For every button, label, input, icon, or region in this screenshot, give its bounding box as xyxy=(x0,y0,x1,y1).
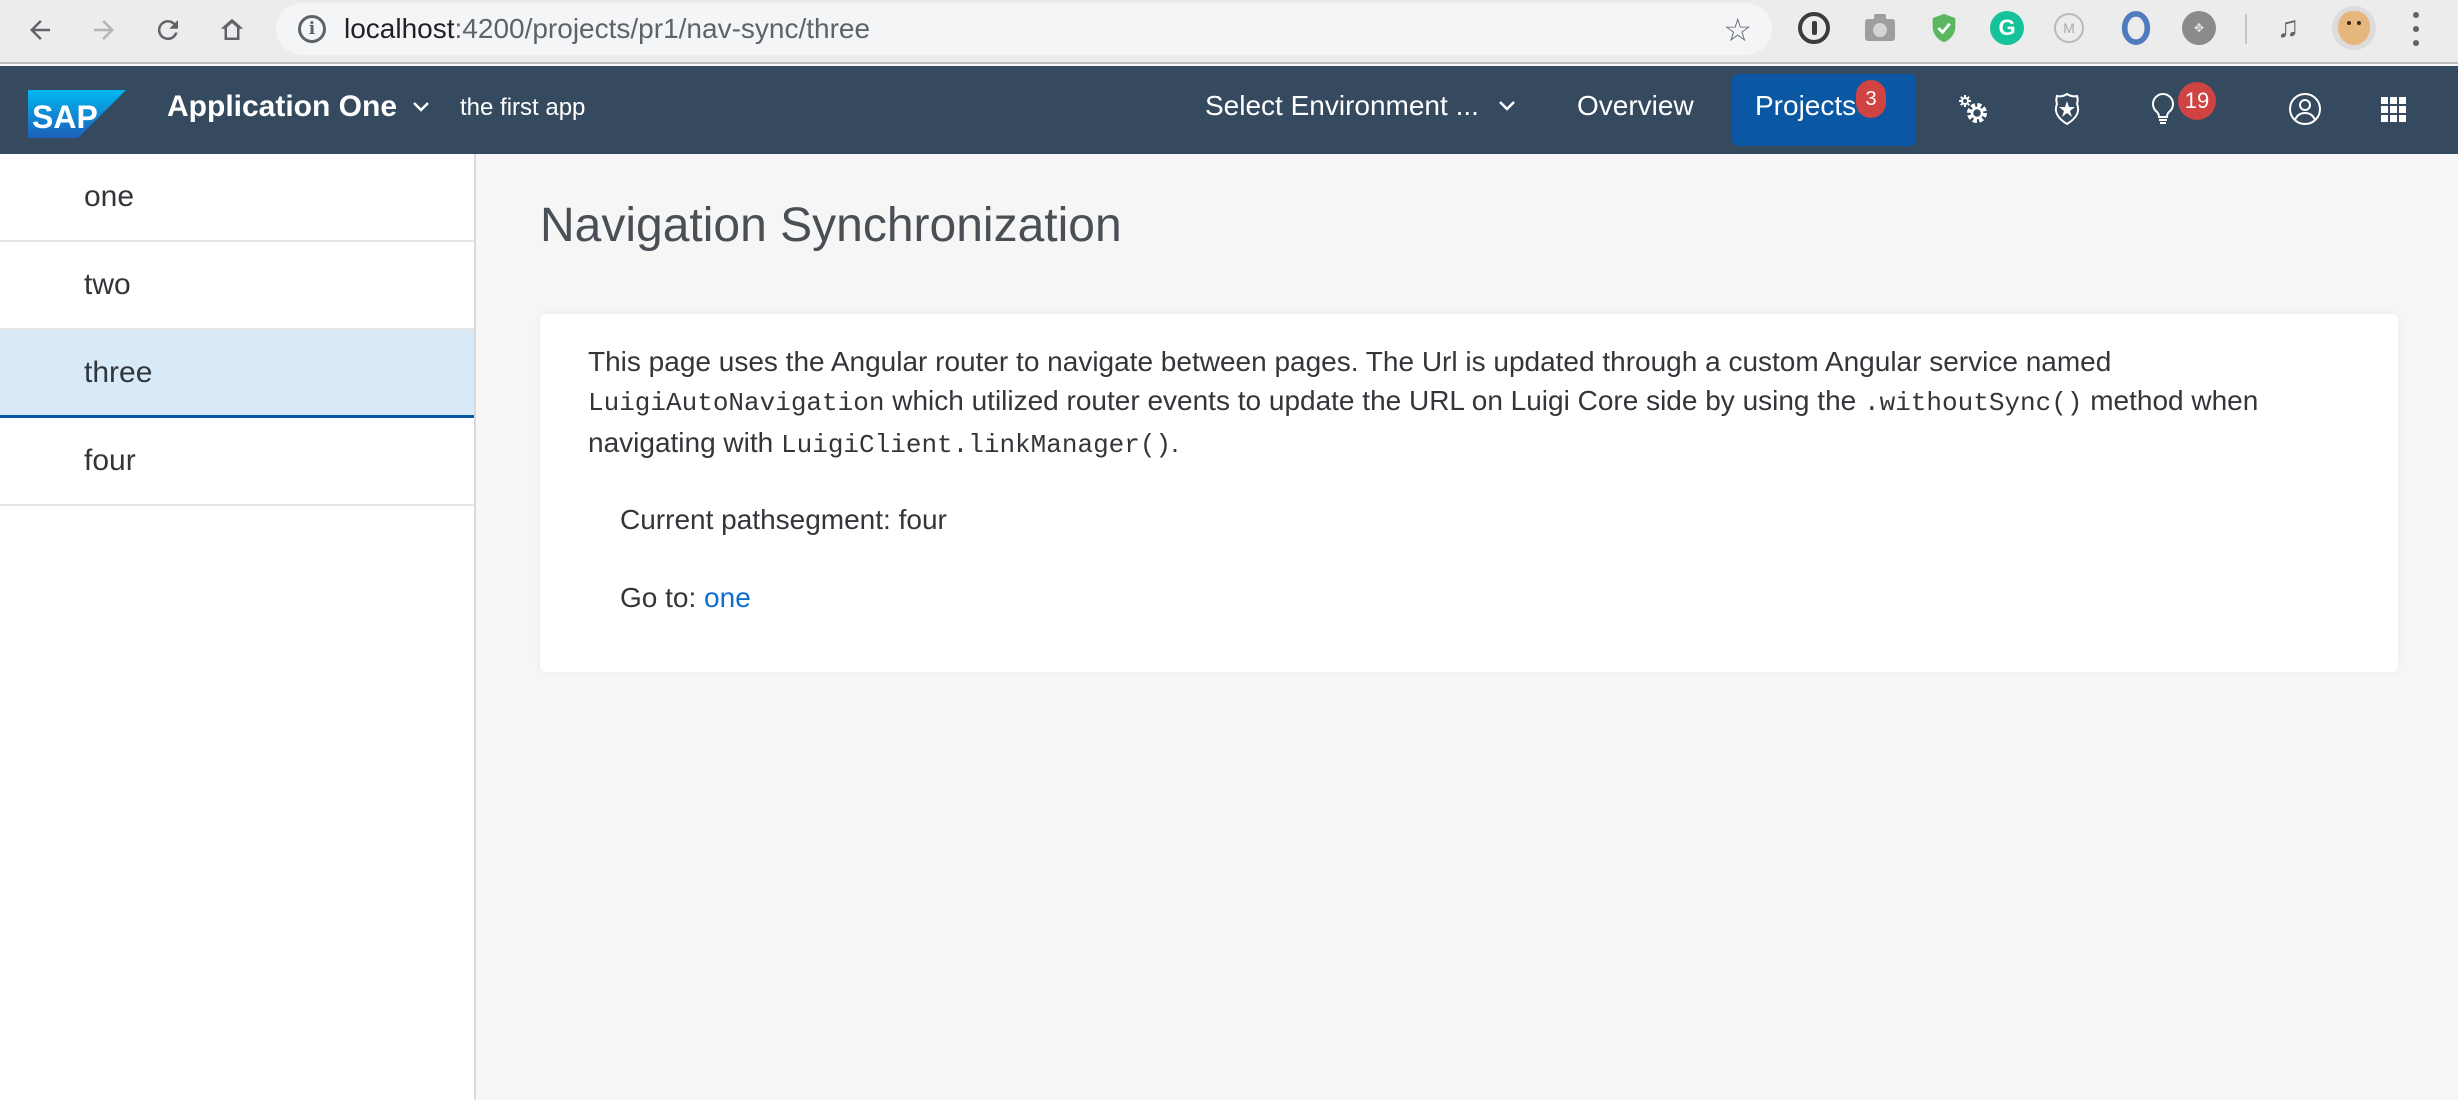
jsonview-extension-icon[interactable] xyxy=(2118,10,2154,46)
site-info-icon[interactable]: i xyxy=(298,15,326,43)
reload-button[interactable] xyxy=(146,8,190,52)
sidebar-item-four[interactable]: four xyxy=(0,418,474,506)
home-button[interactable] xyxy=(210,8,254,52)
product-switcher-button[interactable] xyxy=(2368,84,2418,134)
overview-link[interactable]: Overview xyxy=(1577,90,1694,122)
projects-label: Projects xyxy=(1755,90,1857,121)
sidebar-item-three[interactable]: three xyxy=(0,330,474,418)
side-navigation: one two three four xyxy=(0,154,476,1100)
chevron-down-icon xyxy=(1499,101,1515,111)
environment-select-label: Select Environment ... xyxy=(1205,90,1479,121)
desc-part: . xyxy=(1171,427,1179,458)
url-text[interactable]: localhost:4200/projects/pr1/nav-sync/thr… xyxy=(344,13,870,45)
code-luigi-auto-navigation: LuigiAutoNavigation xyxy=(588,388,885,418)
projects-button[interactable]: Projects 3 xyxy=(1732,74,1916,146)
grey-extension-icon[interactable]: ✥ xyxy=(2182,11,2216,45)
code-link-manager: LuigiClient.linkManager() xyxy=(781,430,1172,460)
goto-label: Go to: xyxy=(620,582,705,613)
main-content: Navigation Synchronization This page use… xyxy=(478,154,2458,1100)
sidebar-item-one[interactable]: one xyxy=(0,154,474,242)
desc-part: which utilized router events to update t… xyxy=(884,385,1864,416)
user-icon xyxy=(2289,93,2321,125)
home-icon xyxy=(220,18,244,40)
page-title: Navigation Synchronization xyxy=(540,199,1122,252)
gears-icon xyxy=(1959,95,1987,123)
camera-extension-icon[interactable] xyxy=(1862,10,1898,46)
sap-logo-text: SAP xyxy=(32,99,98,135)
desc-part: This page uses the Angular router to nav… xyxy=(588,346,2112,377)
description-text: This page uses the Angular router to nav… xyxy=(588,342,2328,465)
address-bar[interactable]: i localhost:4200/projects/pr1/nav-sync/t… xyxy=(276,3,1772,55)
environment-select[interactable]: Select Environment ... xyxy=(1205,90,1517,122)
menu-kebab-icon[interactable] xyxy=(2406,12,2426,46)
sidebar-item-two[interactable]: two xyxy=(0,242,474,330)
settings-button[interactable] xyxy=(1948,84,1998,134)
projects-badge: 3 xyxy=(1856,80,1886,118)
content-card: This page uses the Angular router to nav… xyxy=(540,314,2398,672)
goto-one-link[interactable]: one xyxy=(704,582,751,613)
forward-button[interactable] xyxy=(82,8,126,52)
app-switcher[interactable]: Application One xyxy=(167,90,431,124)
current-pathsegment: Current pathsegment: four xyxy=(620,504,947,535)
shellbar: SAP Application One the first app Select… xyxy=(0,66,2458,154)
toolbar-divider xyxy=(2245,14,2247,44)
m-extension-icon[interactable]: M xyxy=(2054,13,2084,43)
sap-logo[interactable]: SAP xyxy=(28,90,126,138)
lightbulb-icon xyxy=(2152,92,2174,124)
url-path: :4200/projects/pr1/nav-sync/three xyxy=(454,13,871,44)
security-button[interactable] xyxy=(2042,84,2092,134)
app-title: Application One xyxy=(167,90,398,123)
adguard-extension-icon[interactable] xyxy=(1926,10,1962,46)
notifications-badge: 19 xyxy=(2178,82,2216,120)
goto-row: Go to: one xyxy=(620,582,751,614)
chevron-down-icon xyxy=(413,102,429,112)
grid-icon xyxy=(2381,97,2406,122)
profile-avatar[interactable] xyxy=(2332,6,2376,50)
url-host: localhost xyxy=(344,13,455,44)
reload-icon xyxy=(157,20,178,41)
code-without-sync: .withoutSync() xyxy=(1864,388,2083,418)
back-icon xyxy=(30,20,50,40)
bookmark-star-icon[interactable]: ☆ xyxy=(1723,11,1752,49)
media-control-icon[interactable]: ♫ xyxy=(2270,10,2306,46)
app-subtitle: the first app xyxy=(460,94,586,121)
police-badge-icon xyxy=(2054,92,2080,126)
user-profile-button[interactable] xyxy=(2280,84,2330,134)
forward-icon xyxy=(94,20,114,40)
browser-toolbar: i localhost:4200/projects/pr1/nav-sync/t… xyxy=(0,0,2458,64)
1password-extension-icon[interactable] xyxy=(1798,12,1830,44)
back-button[interactable] xyxy=(18,8,62,52)
grammarly-extension-icon[interactable]: G xyxy=(1990,11,2024,45)
